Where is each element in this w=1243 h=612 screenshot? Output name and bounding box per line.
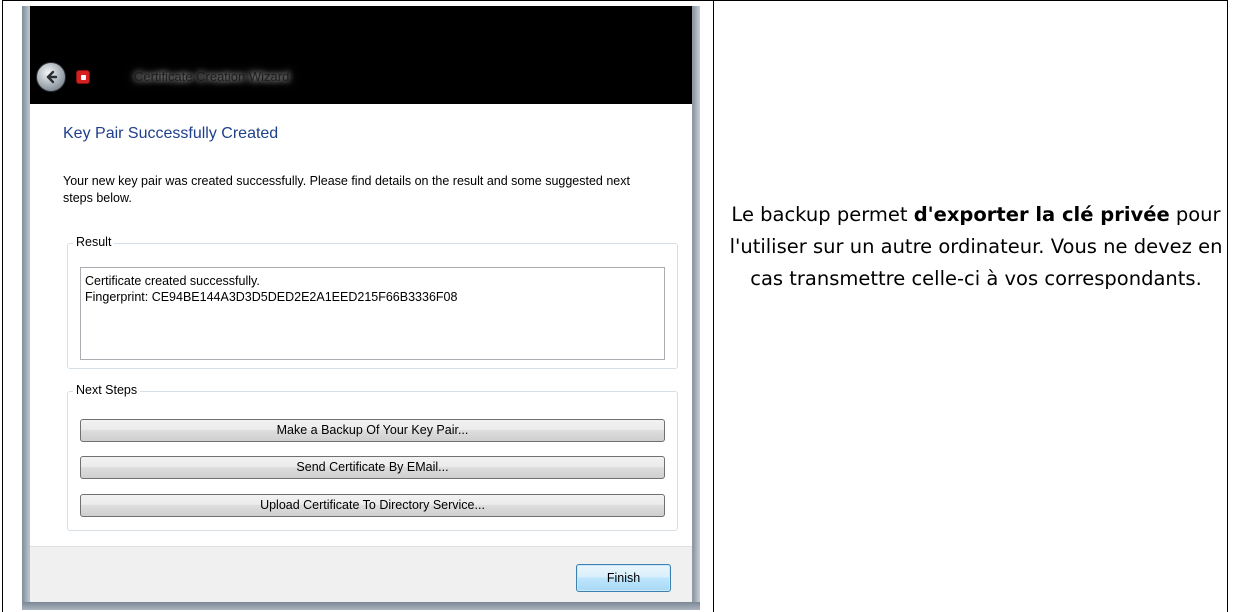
table-divider xyxy=(713,0,714,612)
intro-text: Your new key pair was created successful… xyxy=(63,174,630,205)
caption-text: Le backup permet d'exporter la clé privé… xyxy=(724,199,1228,295)
app-icon xyxy=(76,70,90,84)
backup-key-pair-button[interactable]: Make a Backup Of Your Key Pair... xyxy=(80,419,665,442)
wizard-content: Key Pair Successfully Created Your new k… xyxy=(30,104,692,602)
next-steps-group-label: Next Steps xyxy=(73,383,141,397)
send-certificate-email-button[interactable]: Send Certificate By EMail... xyxy=(80,456,665,479)
wizard-footer: Finish xyxy=(30,546,692,602)
caption-part1: Le backup permet xyxy=(731,203,914,226)
result-textbox[interactable]: Certificate created successfully. Finger… xyxy=(80,267,665,360)
page-title: Key Pair Successfully Created xyxy=(63,125,279,142)
window-title: Certificate Creation Wizard xyxy=(134,69,290,84)
result-group: Result Certificate created successfully.… xyxy=(67,235,678,369)
result-group-label: Result xyxy=(73,235,115,249)
back-button[interactable] xyxy=(36,62,66,92)
result-fingerprint-line: Fingerprint: CE94BE144A3D3D5DED2E2A1EED2… xyxy=(85,290,458,304)
finish-button[interactable]: Finish xyxy=(576,564,671,592)
wizard-screenshot: Certificate Creation Wizard Key Pair Suc… xyxy=(22,6,700,610)
title-bar: Certificate Creation Wizard xyxy=(30,6,692,104)
upload-certificate-button[interactable]: Upload Certificate To Directory Service.… xyxy=(80,494,665,517)
caption-bold: d'exporter la clé privée xyxy=(913,203,1170,226)
next-steps-group: Next Steps Make a Backup Of Your Key Pai… xyxy=(67,383,678,531)
back-arrow-icon xyxy=(46,70,58,84)
window-frame-bottom xyxy=(22,602,700,610)
result-status-line: Certificate created successfully. xyxy=(85,274,260,288)
